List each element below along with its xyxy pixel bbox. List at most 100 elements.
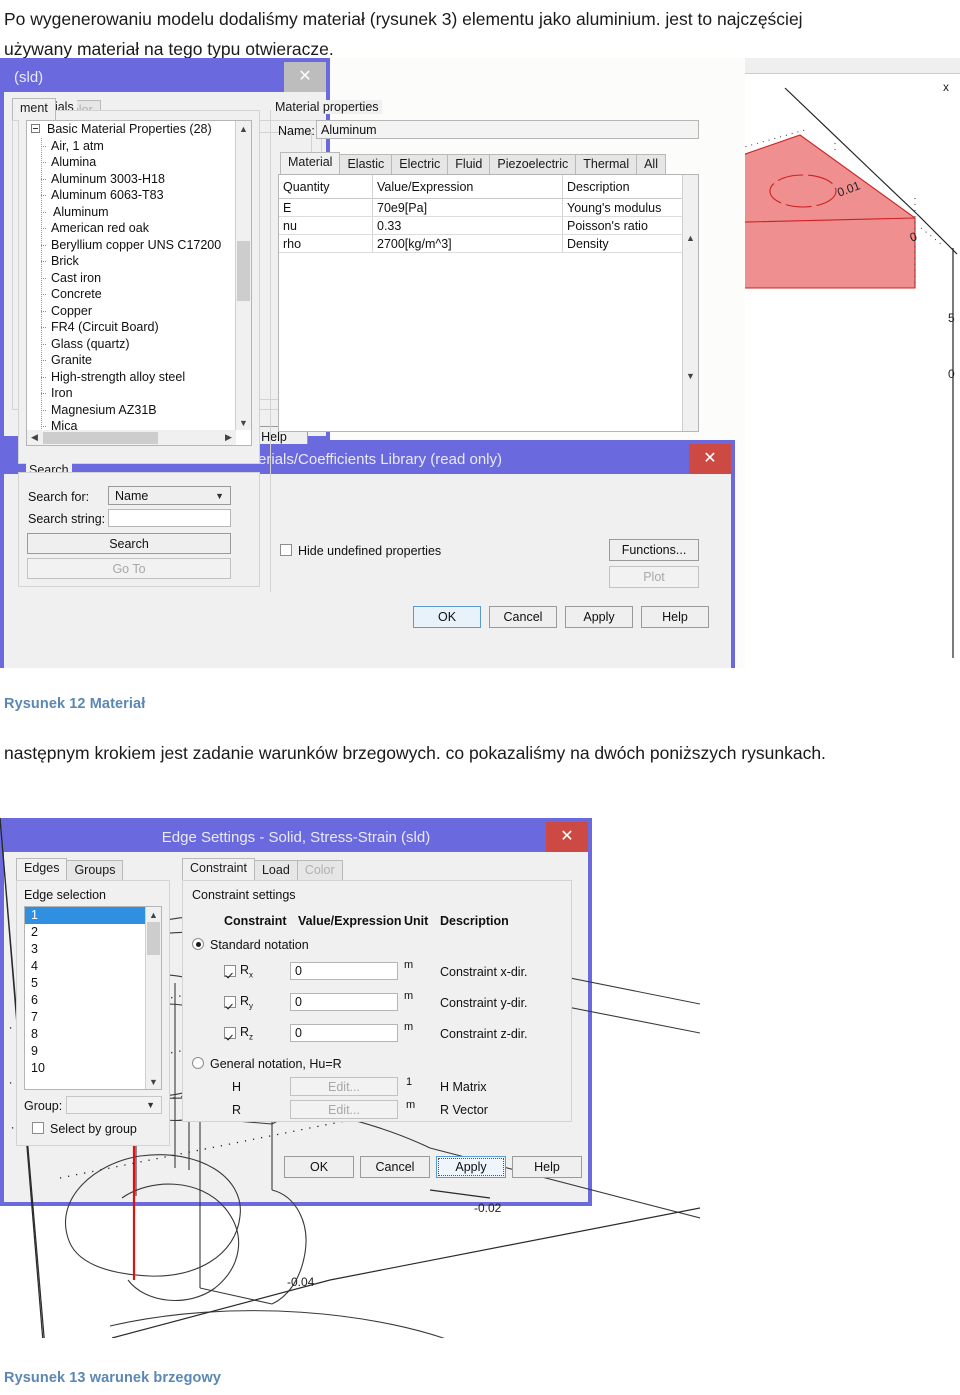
tab-all[interactable]: All <box>636 154 666 174</box>
list-item[interactable]: Brick <box>27 253 251 270</box>
list-item[interactable]: Granite <box>27 352 251 369</box>
r-vector-edit-button[interactable]: Edit... <box>290 1100 398 1119</box>
list-item[interactable]: Copper <box>27 303 251 320</box>
cancel-button[interactable]: Cancel <box>489 606 557 628</box>
table-row[interactable]: E 70e9[Pa] Young's modulus <box>279 199 698 217</box>
list-item[interactable]: 2 <box>25 924 161 941</box>
tab-piezoelectric[interactable]: Piezoelectric <box>489 154 577 174</box>
tab-material[interactable]: Material <box>280 152 341 174</box>
scroll-down-icon[interactable]: ▼ <box>236 415 251 430</box>
list-item[interactable]: 3 <box>25 941 161 958</box>
tab-material-assignment[interactable]: ment <box>12 98 56 120</box>
edge-selection-list[interactable]: 1 2 3 4 5 6 7 8 9 10 ▲ ▼ <box>24 906 162 1090</box>
apply-button[interactable]: Apply <box>565 606 633 628</box>
list-item[interactable]: Cast iron <box>27 270 251 287</box>
scroll-up-icon[interactable]: ▲ <box>236 121 251 136</box>
list-item[interactable]: Magnesium AZ31B <box>27 402 251 419</box>
materials-tree-hscrollbar[interactable]: ◀ ▶ <box>27 430 236 445</box>
materials-dialog[interactable]: Materials/Coefficients Library (read onl… <box>0 100 735 668</box>
tab-elastic[interactable]: Elastic <box>339 154 393 174</box>
materials-tree[interactable]: Basic Material Properties (28) Air, 1 at… <box>26 120 252 446</box>
material-properties-tabs[interactable]: Material Elastic Electric Fluid Piezoele… <box>280 152 666 174</box>
materials-tree-vscrollbar[interactable]: ▲ ▼ <box>235 121 251 430</box>
tree-root-node[interactable]: Basic Material Properties (28) <box>27 121 251 138</box>
standard-notation-radio[interactable] <box>192 938 204 950</box>
search-string-input[interactable] <box>108 509 231 527</box>
constraint-rx-input[interactable]: 0 <box>290 962 398 980</box>
collapse-icon[interactable] <box>31 124 40 133</box>
scroll-down-icon[interactable]: ▼ <box>683 368 698 383</box>
scroll-right-icon[interactable]: ▶ <box>221 430 236 445</box>
scroll-down-icon[interactable]: ▼ <box>146 1074 161 1089</box>
scroll-left-icon[interactable]: ◀ <box>27 430 42 445</box>
search-for-select[interactable]: Name ▼ <box>108 486 231 505</box>
list-item[interactable]: 10 <box>25 1060 161 1077</box>
tab-thermal[interactable]: Thermal <box>575 154 638 174</box>
table-row[interactable]: rho 2700[kg/m^3] Density <box>279 235 698 253</box>
edge-cancel-button[interactable]: Cancel <box>360 1156 430 1178</box>
close-icon[interactable]: ✕ <box>689 444 731 474</box>
constraint-ry-checkbox[interactable] <box>224 996 236 1008</box>
general-notation-radio[interactable] <box>192 1057 204 1069</box>
constraint-rz-input[interactable]: 0 <box>290 1024 398 1042</box>
edge-ok-button[interactable]: OK <box>284 1156 354 1178</box>
list-item-selected[interactable]: Aluminum <box>27 204 251 221</box>
list-item[interactable]: Iron <box>27 385 251 402</box>
group-select[interactable]: ▼ <box>66 1096 162 1114</box>
list-item[interactable]: Concrete <box>27 286 251 303</box>
plot-button[interactable]: Plot <box>609 566 699 588</box>
material-properties-table[interactable]: Quantity Value/Expression Description E … <box>278 174 699 432</box>
tab-fluid[interactable]: Fluid <box>447 154 491 174</box>
table-row[interactable]: nu 0.33 Poisson's ratio <box>279 217 698 235</box>
constraint-rx-checkbox[interactable] <box>224 965 236 977</box>
search-button[interactable]: Search <box>27 533 231 554</box>
list-item-selected[interactable]: 1 <box>25 907 161 924</box>
ok-button[interactable]: OK <box>413 606 481 628</box>
help-button[interactable]: Help <box>641 606 709 628</box>
hscroll-thumb[interactable] <box>43 431 158 444</box>
vscroll-thumb[interactable] <box>147 922 160 955</box>
list-item[interactable]: Glass (quartz) <box>27 336 251 353</box>
edge-list-vscrollbar[interactable]: ▲ ▼ <box>145 907 161 1089</box>
constraint-rz-checkbox[interactable] <box>224 1027 236 1039</box>
list-item[interactable]: 6 <box>25 992 161 1009</box>
list-item[interactable]: Air, 1 atm <box>27 138 251 155</box>
edge-right-tabs[interactable]: Constraint Load Color <box>182 858 343 880</box>
list-item[interactable]: 9 <box>25 1043 161 1060</box>
vscroll-thumb[interactable] <box>237 241 250 301</box>
goto-button[interactable]: Go To <box>27 558 231 579</box>
column-header-constraint: Constraint <box>224 914 287 928</box>
scroll-up-icon[interactable]: ▲ <box>683 230 698 245</box>
constraint-rx-label: Rx <box>240 963 253 980</box>
list-item[interactable]: High-strength alloy steel <box>27 369 251 386</box>
list-item[interactable]: 8 <box>25 1026 161 1043</box>
properties-table-vscrollbar[interactable]: ▲ ▼ <box>682 175 698 431</box>
list-item[interactable]: Aluminum 6063-T83 <box>27 187 251 204</box>
list-item[interactable]: Alumina <box>27 154 251 171</box>
tab-load[interactable]: Load <box>253 860 298 880</box>
edge-apply-button[interactable]: Apply <box>436 1156 506 1178</box>
functions-button[interactable]: Functions... <box>609 539 699 561</box>
hide-undefined-checkbox[interactable] <box>280 544 292 556</box>
constraint-ry-input[interactable]: 0 <box>290 993 398 1011</box>
tab-edges[interactable]: Edges <box>16 858 68 880</box>
list-item[interactable]: FR4 (Circuit Board) <box>27 319 251 336</box>
list-item[interactable]: 4 <box>25 958 161 975</box>
edge-left-tabs[interactable]: Edges Groups <box>16 858 124 880</box>
tab-groups[interactable]: Groups <box>66 860 124 880</box>
edge-help-button[interactable]: Help <box>512 1156 582 1178</box>
tab-electric[interactable]: Electric <box>391 154 449 174</box>
list-item[interactable]: Beryllium copper UNS C17200 <box>27 237 251 254</box>
scroll-up-icon[interactable]: ▲ <box>146 907 161 922</box>
close-icon[interactable]: ✕ <box>546 822 588 852</box>
list-item[interactable]: Aluminum 3003-H18 <box>27 171 251 188</box>
list-item[interactable]: 5 <box>25 975 161 992</box>
tab-color[interactable]: Color <box>296 860 343 880</box>
list-item[interactable]: 7 <box>25 1009 161 1026</box>
h-matrix-edit-button[interactable]: Edit... <box>290 1077 398 1096</box>
list-item[interactable]: American red oak <box>27 220 251 237</box>
close-icon[interactable]: ✕ <box>284 62 326 92</box>
select-by-group-checkbox[interactable] <box>32 1122 44 1134</box>
tab-constraint[interactable]: Constraint <box>182 858 255 880</box>
material-name-input[interactable]: Aluminum <box>316 120 699 139</box>
